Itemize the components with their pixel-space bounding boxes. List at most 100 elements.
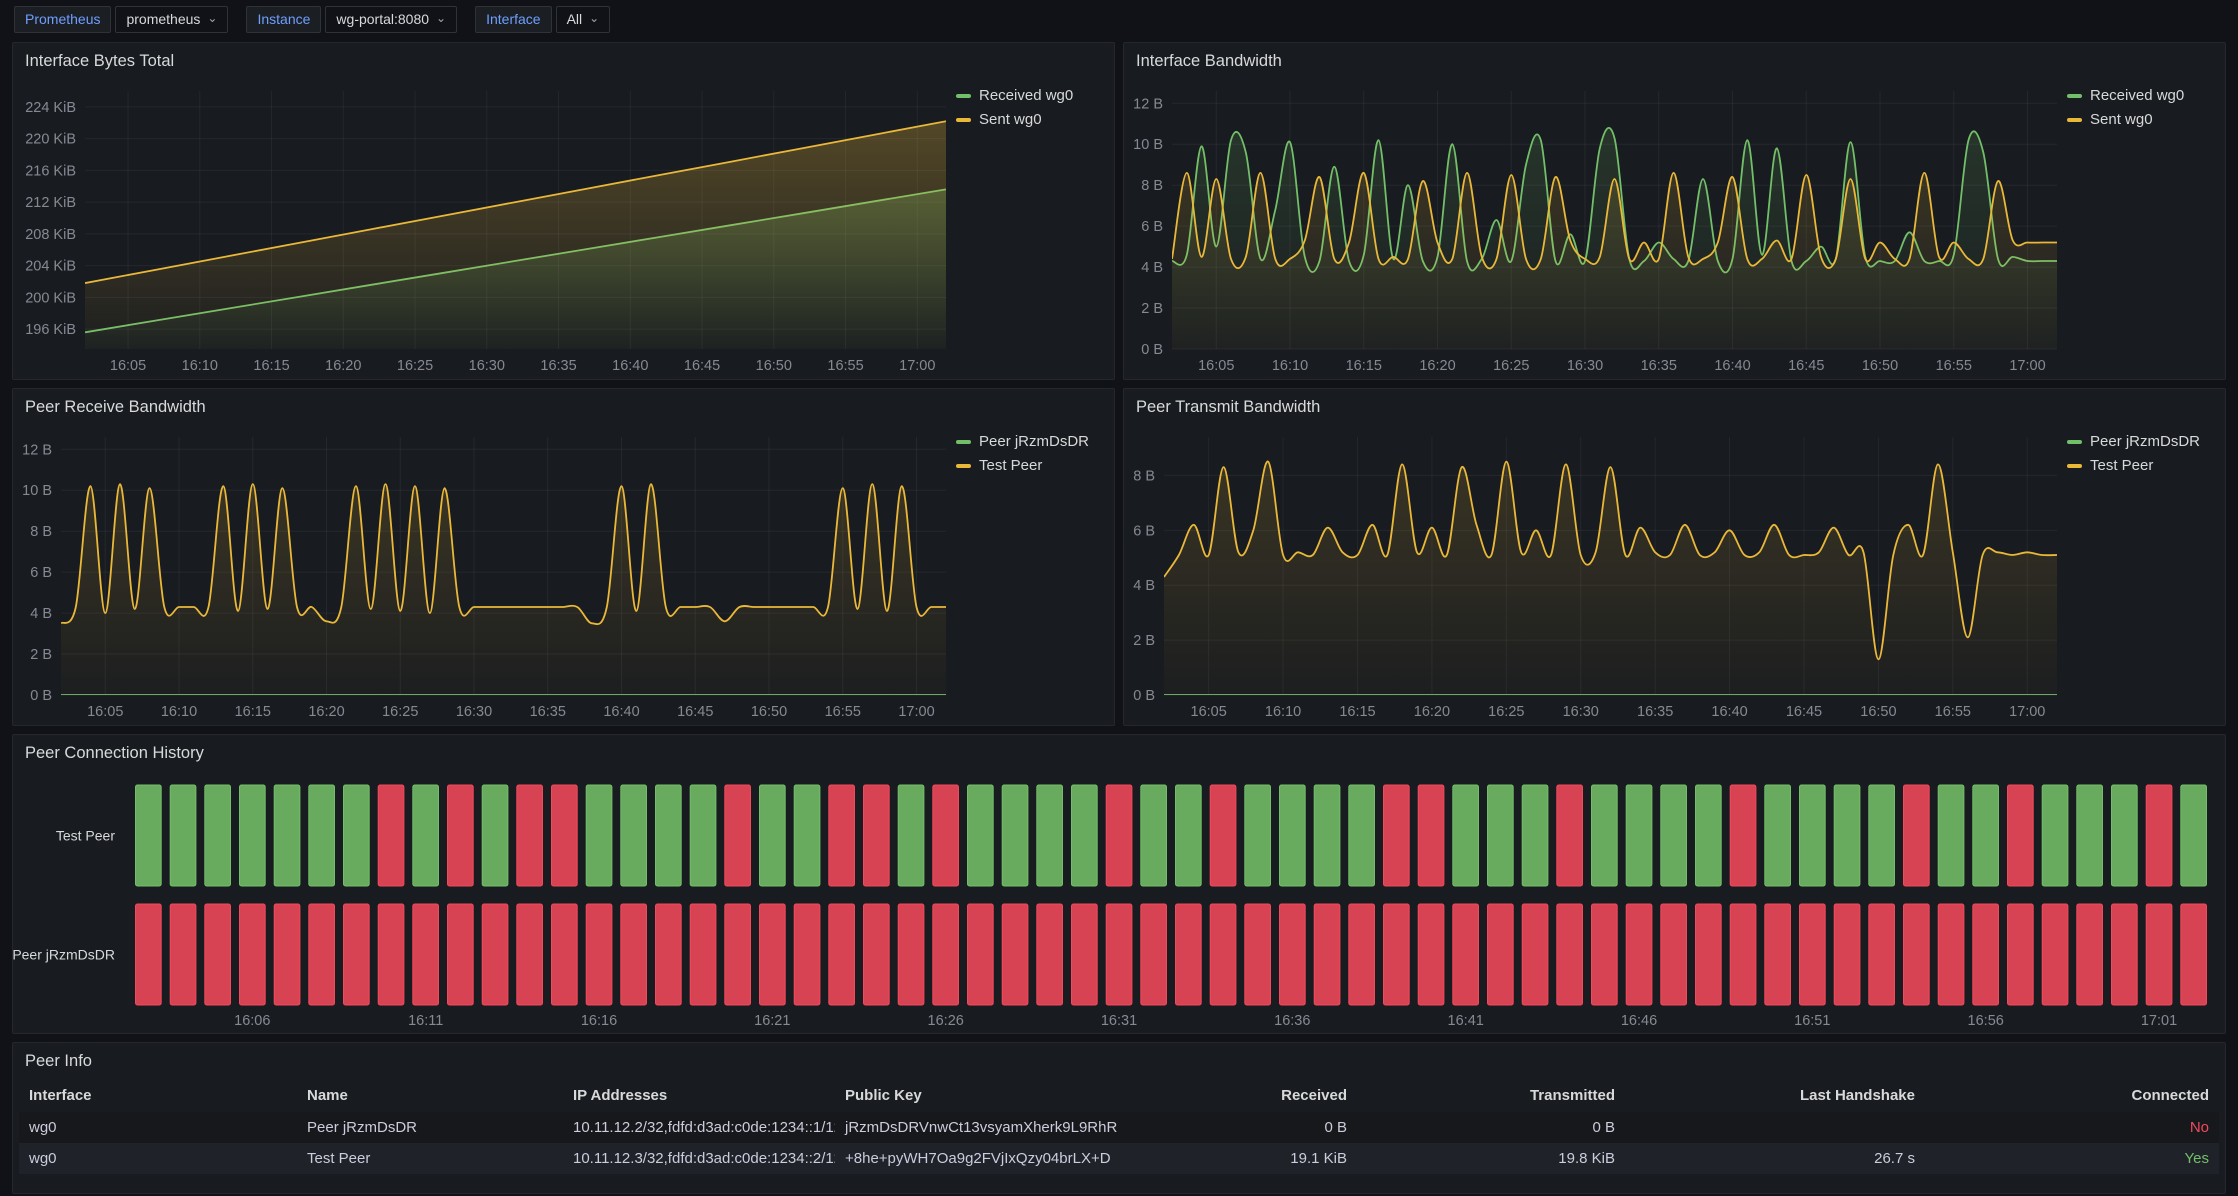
x-tick-label: 16:26 xyxy=(928,1013,964,1029)
legend-swatch-icon xyxy=(2067,94,2082,98)
column-header-name[interactable]: Name xyxy=(297,1079,563,1112)
column-header-ip-addresses[interactable]: IP Addresses xyxy=(563,1079,835,1112)
state-bar-down xyxy=(1349,904,1375,1005)
state-bar-down xyxy=(1834,904,1860,1005)
column-header-received[interactable]: Received xyxy=(1135,1079,1357,1112)
x-tick-label: 16:55 xyxy=(1936,358,1972,374)
legend-item-received-wg0[interactable]: Received wg0 xyxy=(956,87,1108,104)
state-bar-down xyxy=(1418,904,1444,1005)
state-bar-down xyxy=(344,904,370,1005)
state-bar-down xyxy=(2146,785,2172,886)
legend-label: Peer jRzmDsDR xyxy=(979,433,1089,450)
y-tick-label: 220 KiB xyxy=(25,132,76,148)
state-bar-up xyxy=(205,785,231,886)
legend-item-sent-wg0[interactable]: Sent wg0 xyxy=(956,111,1108,128)
cell-received: 19.1 KiB xyxy=(1135,1143,1357,1174)
y-tick-label: 200 KiB xyxy=(25,290,76,306)
state-bar-down xyxy=(621,904,647,1005)
panel-title[interactable]: Interface Bytes Total xyxy=(13,43,1114,79)
state-bar-up xyxy=(1696,785,1722,886)
chevron-down-icon: ⌄ xyxy=(436,12,446,24)
y-tick-label: 216 KiB xyxy=(25,163,76,179)
state-bar-down xyxy=(656,904,682,1005)
panel-peer-transmit-bandwidth: Peer Transmit Bandwidth 16:0516:1016:151… xyxy=(1123,388,2226,726)
y-tick-label: 6 B xyxy=(1133,523,1155,539)
legend-label: Received wg0 xyxy=(979,87,1073,104)
y-tick-label: 10 B xyxy=(1133,137,1163,153)
variable-dropdown-prometheus[interactable]: prometheus ⌄ xyxy=(115,6,228,33)
x-tick-label: 16:55 xyxy=(825,704,861,720)
state-bar-down xyxy=(586,904,612,1005)
x-tick-label: 16:30 xyxy=(456,704,492,720)
panel-title[interactable]: Peer Transmit Bandwidth xyxy=(1124,389,2225,425)
y-tick-label: 8 B xyxy=(30,524,52,540)
column-header-connected[interactable]: Connected xyxy=(1925,1079,2219,1112)
x-tick-label: 17:01 xyxy=(2141,1013,2177,1029)
x-tick-label: 16:31 xyxy=(1101,1013,1137,1029)
x-tick-label: 16:05 xyxy=(87,704,123,720)
y-tick-label: 8 B xyxy=(1141,178,1163,194)
x-tick-label: 16:45 xyxy=(1788,358,1824,374)
legend-item-peer-jrzmdsdr[interactable]: Peer jRzmDsDR xyxy=(2067,433,2219,450)
state-bar-up xyxy=(1522,785,1548,886)
y-tick-label: 8 B xyxy=(1133,468,1155,484)
state-bar-down xyxy=(1973,904,1999,1005)
state-bar-up xyxy=(240,785,266,886)
y-tick-label: 6 B xyxy=(1141,219,1163,235)
state-bar-down xyxy=(413,904,439,1005)
panel-title[interactable]: Peer Info xyxy=(13,1043,2225,1079)
state-bar-up xyxy=(1800,785,1826,886)
state-bar-up xyxy=(1626,785,1652,886)
state-bar-down xyxy=(2008,785,2034,886)
column-header-interface[interactable]: Interface xyxy=(19,1079,297,1112)
legend-item-test-peer[interactable]: Test Peer xyxy=(2067,457,2219,474)
legend-item-test-peer[interactable]: Test Peer xyxy=(956,457,1108,474)
x-tick-label: 16:35 xyxy=(530,704,566,720)
state-bar-up xyxy=(136,785,162,886)
x-tick-label: 16:30 xyxy=(469,358,505,374)
cell-transmitted: 0 B xyxy=(1357,1112,1625,1143)
x-tick-label: 16:20 xyxy=(325,358,361,374)
state-bar-down xyxy=(482,904,508,1005)
series-area-sent-wg0 xyxy=(85,121,946,349)
panel-title[interactable]: Peer Connection History xyxy=(13,735,2225,771)
peer-connection-history-chart: Test PeerPeer jRzmDsDR16:0616:1116:1616:… xyxy=(13,771,2225,1033)
cell-public-key: +8he+pyWH7Oa9g2FVjIxQzy04brLX+D xyxy=(835,1143,1135,1174)
state-bar-down xyxy=(2181,904,2207,1005)
interface-bytes-total-chart: 16:0516:1016:1516:2016:2516:3016:3516:40… xyxy=(13,79,956,379)
column-header-public-key[interactable]: Public Key xyxy=(835,1079,1135,1112)
x-tick-label: 16:35 xyxy=(540,358,576,374)
dashboard: Interface Bytes Total 16:0516:1016:1516:… xyxy=(0,38,2238,1196)
state-bar-up xyxy=(274,785,300,886)
cell-connected: Yes xyxy=(1925,1143,2219,1174)
panel-peer-connection-history: Peer Connection History Test PeerPeer jR… xyxy=(12,734,2226,1034)
x-tick-label: 16:10 xyxy=(1265,704,1301,720)
state-bar-down xyxy=(2077,904,2103,1005)
x-tick-label: 16:30 xyxy=(1567,358,1603,374)
state-bar-down xyxy=(1765,904,1791,1005)
peer-receive-bandwidth-chart: 16:0516:1016:1516:2016:2516:3016:3516:40… xyxy=(13,425,956,725)
legend-item-peer-jrzmdsdr[interactable]: Peer jRzmDsDR xyxy=(956,433,1108,450)
legend-item-sent-wg0[interactable]: Sent wg0 xyxy=(2067,111,2219,128)
variable-dropdown-interface[interactable]: All ⌄ xyxy=(556,6,611,33)
panel-title[interactable]: Peer Receive Bandwidth xyxy=(13,389,1114,425)
state-bar-down xyxy=(968,904,994,1005)
state-bar-up xyxy=(690,785,716,886)
state-bar-down xyxy=(2146,904,2172,1005)
state-bar-up xyxy=(309,785,335,886)
state-bar-up xyxy=(344,785,370,886)
table-row: wg0Test Peer10.11.12.3/32,fdfd:d3ad:c0de… xyxy=(19,1143,2219,1174)
x-tick-label: 16:11 xyxy=(408,1013,443,1029)
y-tick-label: 4 B xyxy=(30,606,52,622)
state-bar-down xyxy=(378,785,404,886)
variable-dropdown-instance[interactable]: wg-portal:8080 ⌄ xyxy=(325,6,457,33)
legend-swatch-icon xyxy=(956,118,971,122)
panel-title[interactable]: Interface Bandwidth xyxy=(1124,43,2225,79)
state-bar-down xyxy=(1869,904,1895,1005)
legend-item-received-wg0[interactable]: Received wg0 xyxy=(2067,87,2219,104)
table-row: wg0Peer jRzmDsDR10.11.12.2/32,fdfd:d3ad:… xyxy=(19,1112,2219,1143)
column-header-transmitted[interactable]: Transmitted xyxy=(1357,1079,1625,1112)
column-header-last-handshake[interactable]: Last Handshake xyxy=(1625,1079,1925,1112)
state-bar-up xyxy=(170,785,196,886)
state-bar-up xyxy=(1592,785,1618,886)
